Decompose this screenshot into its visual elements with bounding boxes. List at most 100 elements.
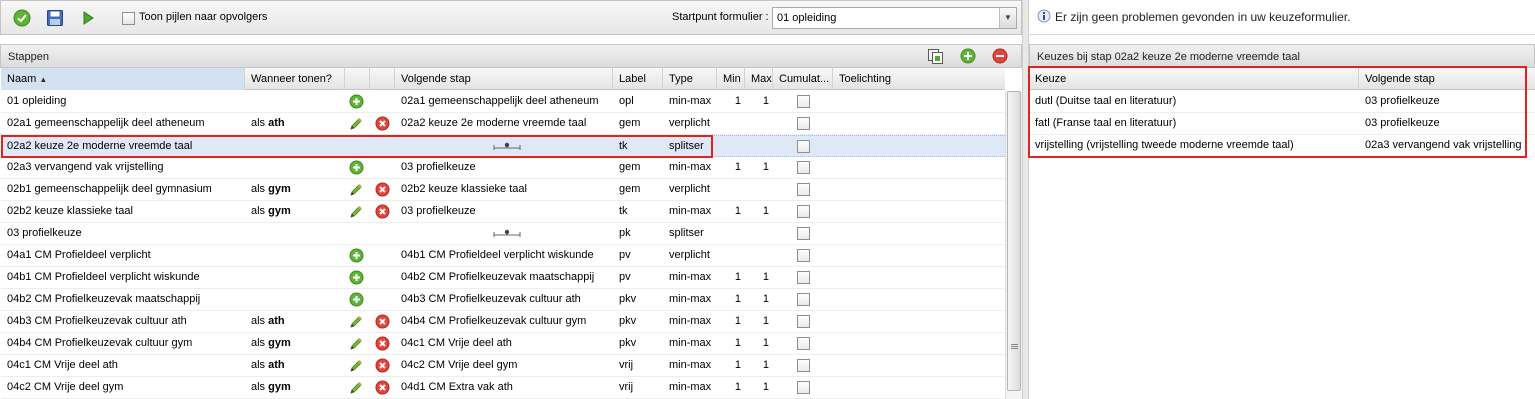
add-step-icon[interactable] bbox=[960, 48, 976, 64]
cell-label: opl bbox=[619, 95, 634, 107]
cell-naam: 02a1 gemeenschappelijk deel atheneum bbox=[7, 117, 205, 129]
column-header-min[interactable]: Min bbox=[717, 68, 745, 90]
edit-condition-icon[interactable] bbox=[349, 380, 364, 395]
cumulatief-checkbox[interactable] bbox=[797, 95, 810, 108]
copy-icon[interactable] bbox=[927, 48, 944, 65]
table-row[interactable]: 04b4 CM Profielkeuzevak cultuur gym als g… bbox=[1, 333, 1005, 355]
table-row[interactable]: 04b2 CM Profielkeuzevak maatschappij 04b3… bbox=[1, 289, 1005, 311]
column-header-type[interactable]: Type bbox=[663, 68, 717, 90]
column-header-toelichting[interactable]: Toelichting bbox=[833, 68, 1005, 90]
cell-wanneer bbox=[245, 223, 345, 244]
cumulatief-checkbox[interactable] bbox=[797, 381, 810, 394]
cell-max: 1 bbox=[762, 315, 769, 327]
choices-panel-header: Keuzes bij stap 02a2 keuze 2e moderne vr… bbox=[1029, 44, 1535, 68]
startpoint-select[interactable]: 01 opleiding ▼ bbox=[772, 7, 1017, 29]
cumulatief-checkbox[interactable] bbox=[797, 271, 810, 284]
add-successor-icon[interactable] bbox=[349, 160, 364, 175]
add-successor-icon[interactable] bbox=[349, 94, 364, 109]
edit-condition-icon[interactable] bbox=[349, 314, 364, 329]
table-row[interactable]: 03 profielkeuze pk splitser bbox=[1, 223, 1005, 245]
check-icon[interactable] bbox=[13, 9, 31, 27]
cell-naam: 02b2 keuze klassieke taal bbox=[7, 205, 133, 217]
cell-label: pkv bbox=[619, 315, 637, 327]
add-successor-icon[interactable] bbox=[349, 292, 364, 307]
delete-condition-icon[interactable] bbox=[375, 336, 390, 351]
cumulatief-checkbox[interactable] bbox=[797, 140, 810, 153]
edit-condition-icon[interactable] bbox=[349, 358, 364, 373]
edit-condition-icon[interactable] bbox=[349, 116, 364, 131]
column-header-delete bbox=[370, 68, 395, 90]
table-row[interactable]: 02b2 keuze klassieke taal als gym 03 profi… bbox=[1, 201, 1005, 223]
cell-max bbox=[745, 113, 769, 134]
cell-min bbox=[717, 179, 741, 200]
table-row[interactable]: 04a1 CM Profieldeel verplicht 04b1 CM Pro… bbox=[1, 245, 1005, 267]
add-successor-icon[interactable] bbox=[349, 248, 364, 263]
table-row[interactable]: 01 opleiding 02a1 gemeenschappelijk deel … bbox=[1, 91, 1005, 113]
cell-max bbox=[745, 136, 769, 157]
cell-type: min-max bbox=[669, 161, 712, 173]
cumulatief-checkbox[interactable] bbox=[797, 337, 810, 350]
cumulatief-checkbox[interactable] bbox=[797, 293, 810, 306]
wanneer-prefix: als bbox=[251, 183, 269, 195]
wanneer-prefix: als bbox=[251, 359, 269, 371]
table-row[interactable]: 02a3 vervangend vak vrijstelling 03 profi… bbox=[1, 157, 1005, 179]
cell-label: pv bbox=[619, 271, 631, 283]
cell-max: 1 bbox=[762, 359, 769, 371]
save-icon[interactable] bbox=[46, 9, 64, 27]
cumulatief-checkbox[interactable] bbox=[797, 117, 810, 130]
scrollbar-thumb[interactable] bbox=[1007, 91, 1021, 391]
column-header-naam-label: Naam bbox=[7, 73, 37, 85]
cell-min: 1 bbox=[734, 293, 741, 305]
table-row[interactable]: 04c1 CM Vrije deel ath als ath 04c2 CM Vri… bbox=[1, 355, 1005, 377]
delete-condition-icon[interactable] bbox=[375, 204, 390, 219]
startpoint-label: Startpunt formulier : bbox=[672, 11, 769, 23]
add-successor-icon[interactable] bbox=[349, 270, 364, 285]
delete-condition-icon[interactable] bbox=[375, 314, 390, 329]
delete-condition-icon[interactable] bbox=[375, 358, 390, 373]
table-row[interactable]: 02a1 gemeenschappelijk deel atheneum als … bbox=[1, 113, 1005, 135]
table-row[interactable]: 02b1 gemeenschappelijk deel gymnasium als… bbox=[1, 179, 1005, 201]
column-header-volgende[interactable]: Volgende stap bbox=[395, 68, 613, 90]
column-header-label[interactable]: Label bbox=[613, 68, 663, 90]
column-header-add bbox=[345, 68, 370, 90]
chevron-down-icon[interactable]: ▼ bbox=[999, 8, 1016, 28]
table-row[interactable]: 04b1 CM Profieldeel verplicht wiskunde 04… bbox=[1, 267, 1005, 289]
edit-condition-icon[interactable] bbox=[349, 336, 364, 351]
column-header-max[interactable]: Max bbox=[745, 68, 773, 90]
edit-condition-icon[interactable] bbox=[349, 204, 364, 219]
cell-label: pkv bbox=[619, 293, 637, 305]
cumulatief-checkbox[interactable] bbox=[797, 359, 810, 372]
cell-wanneer: als gym bbox=[245, 377, 345, 398]
cumulatief-checkbox[interactable] bbox=[797, 249, 810, 262]
cumulatief-checkbox[interactable] bbox=[797, 205, 810, 218]
delete-condition-icon[interactable] bbox=[375, 380, 390, 395]
sort-ascending-icon: ▲ bbox=[39, 75, 48, 84]
cell-label: vrij bbox=[619, 381, 634, 393]
cumulatief-checkbox[interactable] bbox=[797, 161, 810, 174]
edit-condition-icon[interactable] bbox=[349, 182, 364, 197]
cell-type: min-max bbox=[669, 271, 712, 283]
delete-condition-icon[interactable] bbox=[375, 182, 390, 197]
play-icon[interactable] bbox=[79, 9, 97, 27]
panel-splitter[interactable] bbox=[1022, 0, 1029, 399]
cell-max: 1 bbox=[762, 337, 769, 349]
cell-min: 1 bbox=[734, 315, 741, 327]
column-header-cumulatief[interactable]: Cumulat... bbox=[773, 68, 833, 90]
cumulatief-checkbox[interactable] bbox=[797, 183, 810, 196]
delete-condition-icon[interactable] bbox=[375, 116, 390, 131]
column-header-wanneer[interactable]: Wanneer tonen? bbox=[245, 68, 345, 90]
steps-scrollbar[interactable] bbox=[1005, 91, 1022, 399]
cumulatief-checkbox[interactable] bbox=[797, 315, 810, 328]
remove-step-icon[interactable] bbox=[992, 48, 1008, 64]
cell-type: min-max bbox=[669, 95, 712, 107]
show-arrows-checkbox[interactable] bbox=[122, 12, 135, 25]
cell-wanneer bbox=[245, 289, 345, 310]
table-row[interactable]: 04b3 CM Profielkeuzevak cultuur ath als a… bbox=[1, 311, 1005, 333]
table-row[interactable]: 04c2 CM Vrije deel gym als gym 04d1 CM Ext… bbox=[1, 377, 1005, 399]
cell-volgende: 04b4 CM Profielkeuzevak cultuur gym bbox=[401, 315, 587, 327]
column-header-naam[interactable]: Naam ▲ bbox=[1, 68, 245, 90]
cell-naam: 02b1 gemeenschappelijk deel gymnasium bbox=[7, 183, 212, 195]
cumulatief-checkbox[interactable] bbox=[797, 227, 810, 240]
cell-min: 1 bbox=[734, 381, 741, 393]
cell-naam: 04a1 CM Profieldeel verplicht bbox=[7, 249, 151, 261]
